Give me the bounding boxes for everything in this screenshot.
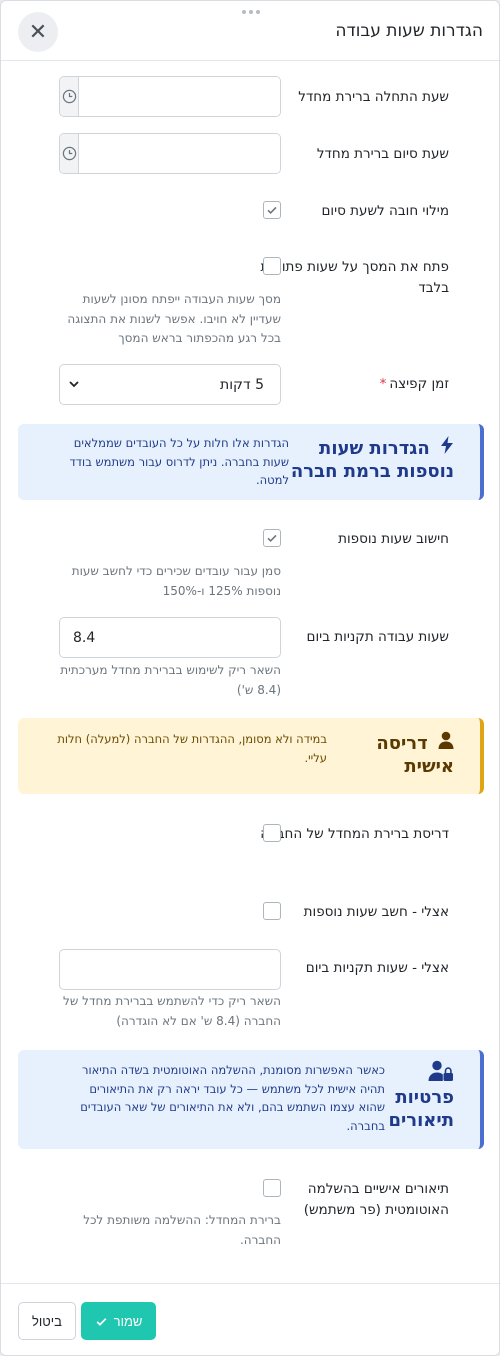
user-icon (432, 731, 454, 754)
my-overtime-checkbox[interactable] (263, 902, 281, 920)
my-hours-input[interactable] (59, 949, 281, 990)
required-mark: * (379, 376, 387, 392)
overtime-checkbox[interactable] (263, 529, 281, 547)
drag-handle[interactable] (242, 10, 260, 14)
privacy-card-title: פרטיות תיאורים (374, 1060, 454, 1132)
dialog-title: הגדרות שעות עבודה (335, 21, 483, 41)
cancel-button-label: ביטול (32, 1313, 62, 1329)
clock-icon[interactable] (60, 134, 79, 173)
override-checkbox[interactable] (263, 824, 281, 842)
close-icon: ✕ (28, 19, 48, 44)
lightning-icon (434, 436, 454, 459)
jump-time-select[interactable]: 5 דקות (59, 364, 281, 405)
check-icon (267, 206, 277, 215)
jump-time-label-text: זמן קפיצה (389, 376, 449, 392)
company-card-text: הגדרות אלו חלות על כל העובדים שממלאים שע… (69, 436, 290, 487)
jump-time-value: 5 דקות (220, 376, 264, 393)
personal-descriptions-checkbox[interactable] (263, 1179, 281, 1197)
standard-hours-input[interactable] (59, 617, 281, 658)
work-hours-settings-dialog: הגדרות שעות עבודה ✕ שעת התחלה ברירת מחדל… (0, 0, 500, 1356)
default-end-time-input[interactable] (79, 134, 280, 173)
company-card-title: הגדרות שעות נוספות ברמת חברה (284, 436, 454, 483)
company-card-title-text: הגדרות שעות נוספות ברמת חברה (290, 438, 454, 482)
privacy-card-text: כאשר האפשרות מסומנת, ההשלמה האוטומטית בש… (80, 1063, 385, 1133)
personal-card-text: במידה ולא מסומן, ההגדרות של החברה (למעלה… (57, 732, 327, 765)
save-button-label: שמור (113, 1313, 143, 1329)
require-end-checkbox[interactable] (263, 201, 281, 219)
close-button[interactable]: ✕ (18, 12, 58, 52)
default-end-time-input-group (59, 133, 281, 174)
privacy-card-title-text: פרטיות תיאורים (388, 1087, 454, 1131)
overtime-hint: סמן עבור עובדים שכירים כדי לחשב שעות נוס… (71, 564, 281, 598)
standard-hours-hint: השאר ריק לשימוש בברירת מחדל מערכתית (8.4… (60, 663, 281, 697)
dialog-footer: שמור ביטול (1, 1283, 499, 1355)
company-overtime-card: הגדרות שעות נוספות ברמת חברה הגדרות אלו … (18, 424, 484, 500)
my-hours-hint: השאר ריק כדי להשתמש בברירת מחדל של החברה… (63, 994, 281, 1028)
default-start-time-input-group (59, 76, 281, 117)
clock-icon[interactable] (60, 77, 79, 116)
save-button[interactable]: שמור (81, 1302, 156, 1340)
personal-override-card: דריסה אישית במידה ולא מסומן, ההגדרות של … (18, 718, 484, 794)
cancel-button[interactable]: ביטול (18, 1302, 76, 1340)
personal-descriptions-hint: ברירת המחדל: ההשלמה משותפת לכל החברה. (83, 1213, 281, 1247)
chevron-down-icon (68, 375, 80, 394)
check-icon (267, 534, 277, 543)
personal-card-title: דריסה אישית (364, 731, 454, 778)
check-icon (96, 1317, 107, 1326)
open-only-checkbox[interactable] (263, 257, 281, 275)
open-only-hint: מסך שעות העבודה ייפתח מסונן לשעות שעדיין… (67, 292, 281, 345)
description-privacy-card: פרטיות תיאורים כאשר האפשרות מסומנת, ההשל… (18, 1050, 484, 1149)
default-start-time-input[interactable] (79, 77, 280, 116)
user-lock-icon (374, 1060, 454, 1086)
dialog-header: הגדרות שעות עבודה ✕ (1, 1, 499, 61)
